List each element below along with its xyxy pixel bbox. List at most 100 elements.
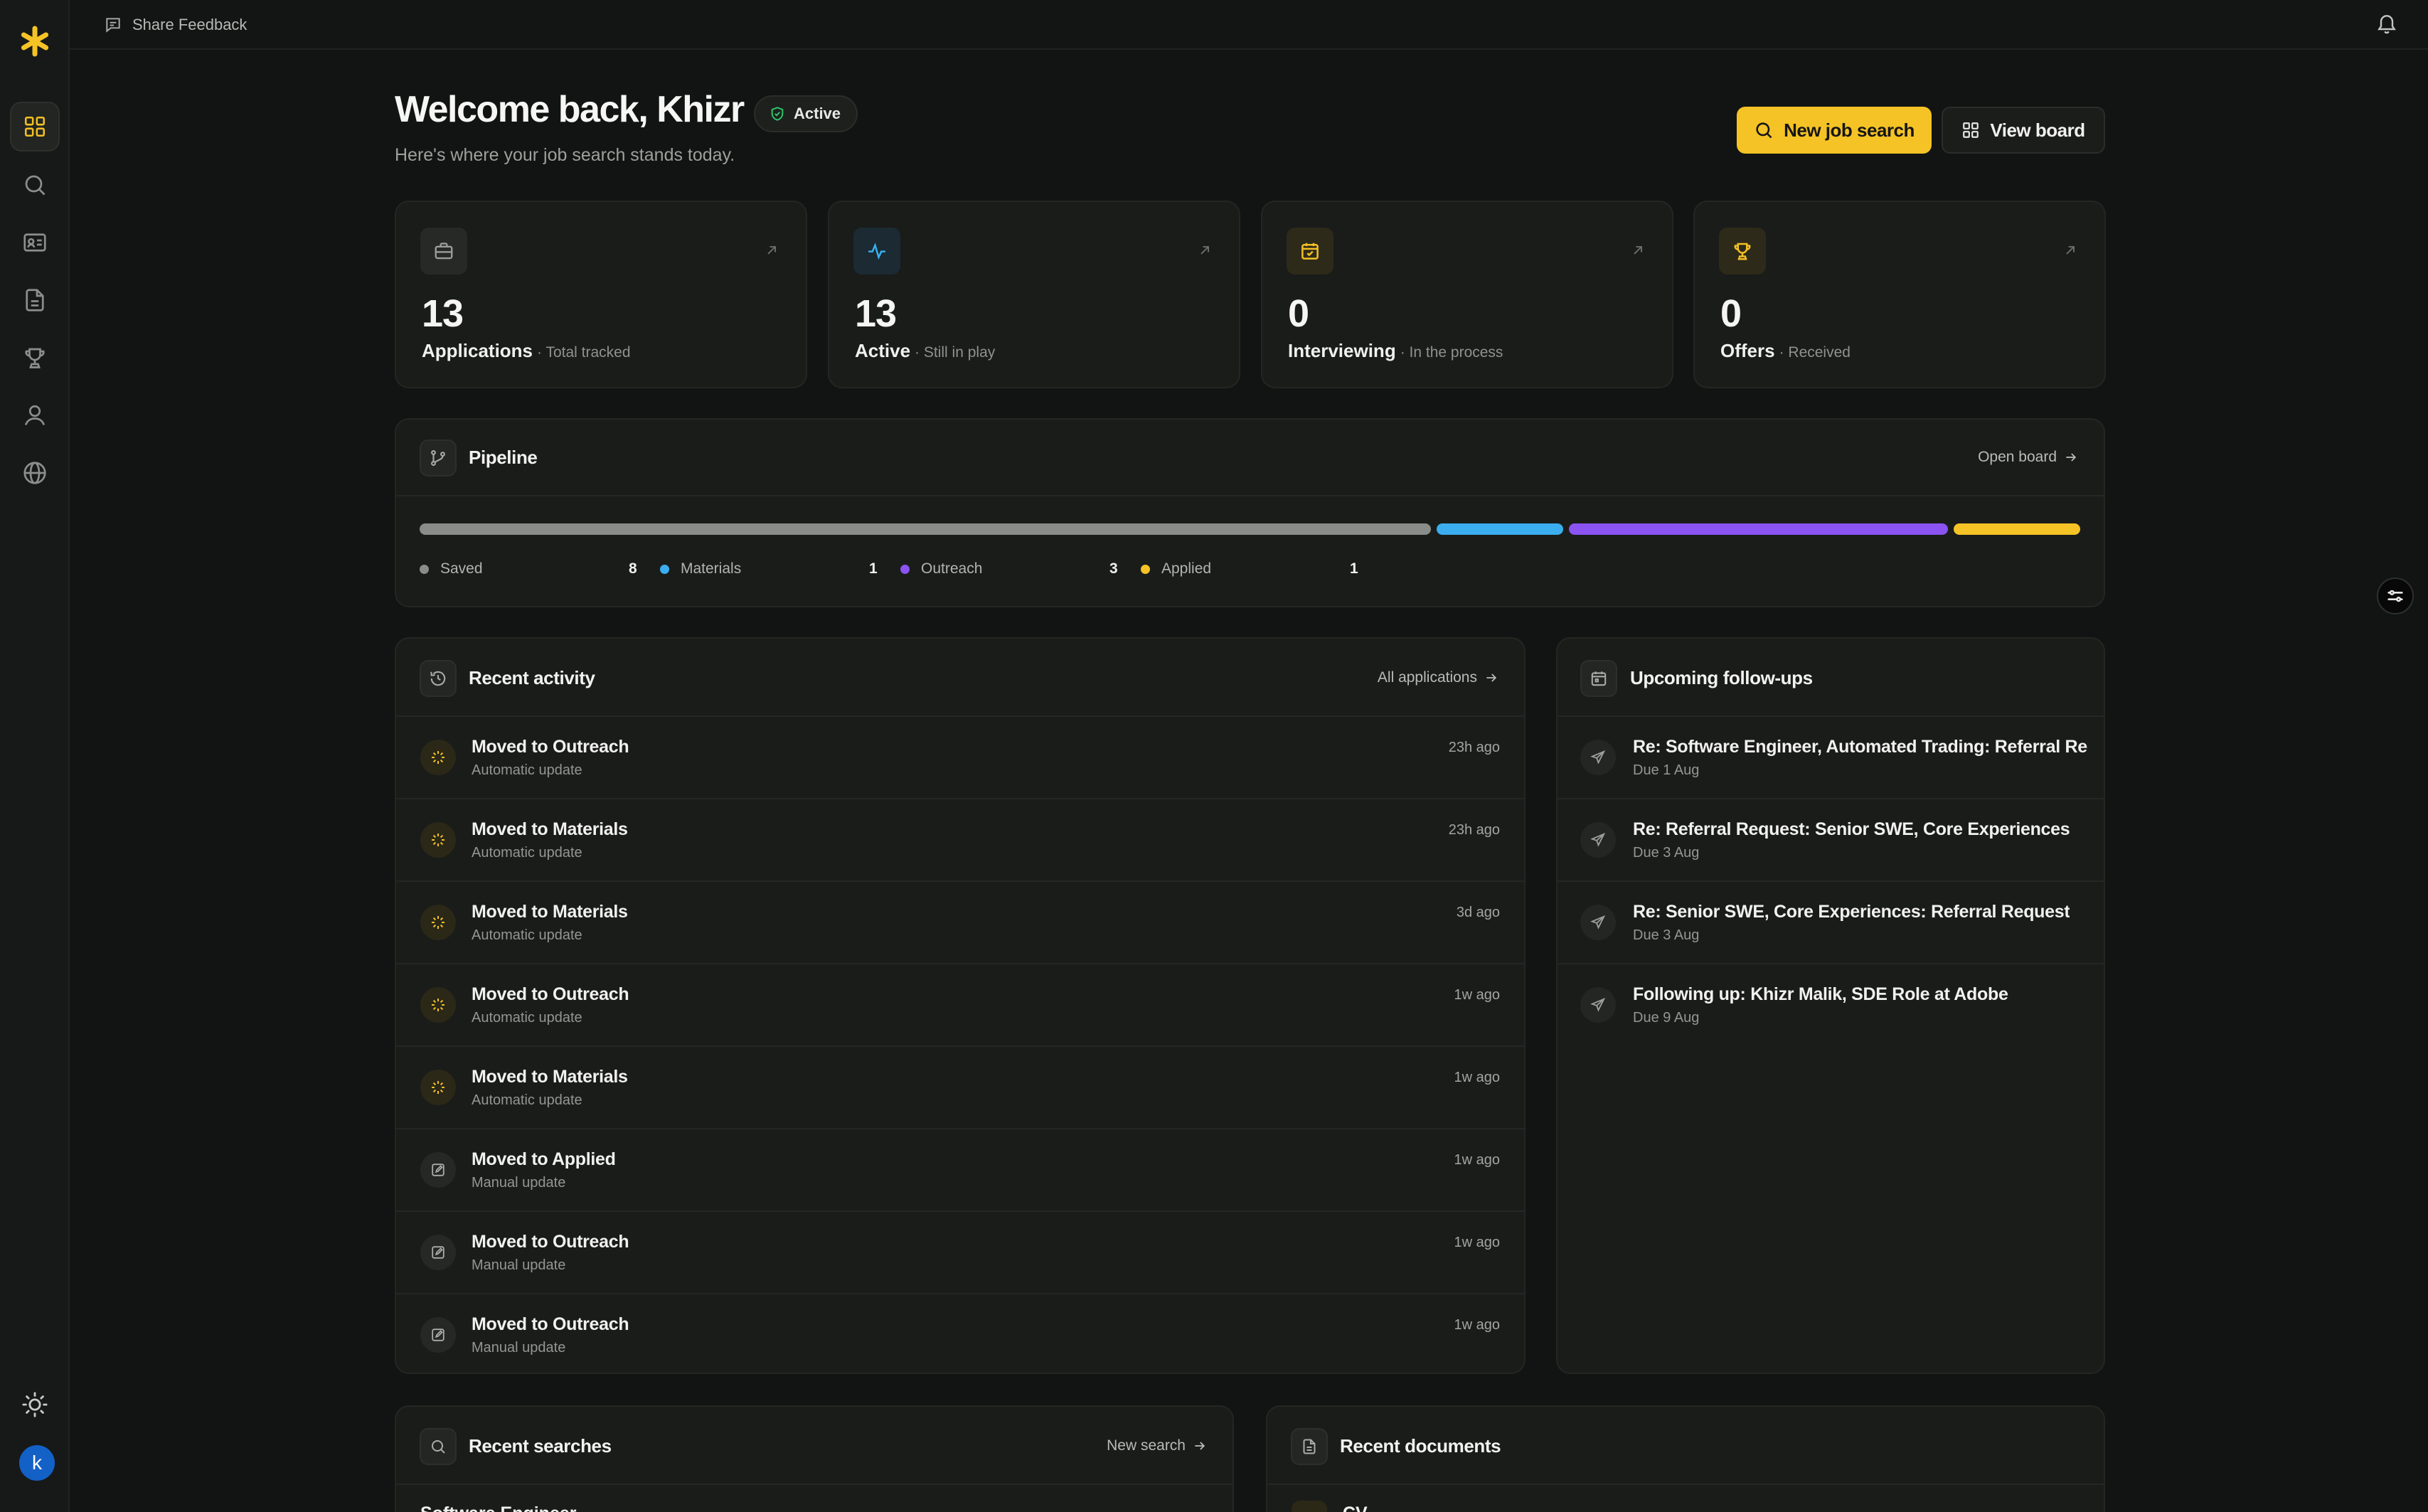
open-board-label: Open board: [1978, 449, 2057, 465]
followup-title: Re: Referral Request: Senior SWE, Core E…: [1633, 819, 2070, 839]
stat-label: Offers · Received: [1720, 340, 1851, 361]
legend-dot: [420, 564, 429, 574]
view-board-button[interactable]: View board: [1942, 107, 2105, 154]
activity-time: 1w ago: [1454, 987, 1501, 1003]
activity-subtitle: Automatic update: [472, 1010, 582, 1026]
activity-title: Moved to Outreach: [472, 984, 629, 1004]
sparkle-icon: [420, 1070, 456, 1105]
followup-row[interactable]: Re: Senior SWE, Core Experiences: Referr…: [1558, 882, 2104, 964]
activity-row[interactable]: Moved to Outreach Manual update 1w ago: [396, 1212, 1524, 1294]
pipeline-legend-item: Materials: [660, 560, 741, 577]
search-item-title[interactable]: Software Engineer: [420, 1503, 577, 1512]
notifications-button[interactable]: [2375, 12, 2398, 35]
activity-row[interactable]: Moved to Outreach Automatic update 23h ago: [396, 717, 1524, 799]
stat-card-applications[interactable]: 13 Applications · Total tracked: [395, 201, 807, 388]
followup-title: Following up: Khizr Malik, SDE Role at A…: [1633, 984, 2008, 1004]
nav-dashboard[interactable]: [10, 102, 60, 151]
send-icon: [1580, 905, 1616, 940]
status-badge: Active: [754, 95, 858, 132]
search-icon: [25, 175, 46, 196]
user-avatar[interactable]: k: [19, 1445, 55, 1481]
pipeline-segment-materials: [1437, 523, 1563, 535]
nav-contacts[interactable]: [10, 218, 60, 267]
activity-row[interactable]: Moved to Applied Manual update 1w ago: [396, 1129, 1524, 1212]
activity-title: Moved to Materials: [472, 902, 628, 922]
all-applications-label: All applications: [1377, 669, 1477, 686]
followup-row[interactable]: Following up: Khizr Malik, SDE Role at A…: [1558, 964, 2104, 1047]
share-feedback-button[interactable]: Share Feedback: [104, 13, 247, 37]
recent-searches-card: Recent searches New search Software Engi…: [395, 1405, 1234, 1512]
nav-documents[interactable]: [10, 275, 60, 325]
activity-title: Moved to Applied: [472, 1149, 616, 1169]
recent-documents-title: Recent documents: [1340, 1435, 1501, 1457]
filter-toggle-button[interactable]: [2377, 577, 2414, 614]
activity-subtitle: Manual update: [472, 1175, 566, 1191]
sparkle-icon: [420, 905, 456, 940]
followup-title: Re: Software Engineer, Automated Trading…: [1633, 737, 2088, 757]
new-job-search-button[interactable]: New job search: [1737, 107, 1932, 154]
pipeline-card: [395, 418, 2105, 607]
left-sidebar: k: [0, 0, 70, 1512]
activity-time: 1w ago: [1454, 1317, 1501, 1333]
activity-subtitle: Automatic update: [472, 845, 582, 861]
nav-profile[interactable]: [10, 390, 60, 440]
legend-dot: [1141, 564, 1150, 574]
followup-due: Due 9 Aug: [1633, 1010, 1700, 1026]
calendar-check-icon: [1287, 228, 1333, 275]
upcoming-followups-card: Upcoming follow-ups Re: Software Enginee…: [1556, 637, 2105, 1374]
arrow-right-icon: [2066, 453, 2077, 462]
user-icon: [24, 405, 46, 425]
sliders-icon: [2387, 590, 2403, 602]
top-bar: Share Feedback: [70, 0, 2428, 50]
legend-count: 1: [1350, 560, 1358, 577]
edit-icon: [420, 1235, 456, 1270]
send-icon: [1580, 740, 1616, 775]
activity-subtitle: Automatic update: [472, 762, 582, 778]
followup-row[interactable]: Re: Referral Request: Senior SWE, Core E…: [1558, 799, 2104, 882]
activity-subtitle: Manual update: [472, 1340, 566, 1356]
edit-icon: [420, 1317, 456, 1353]
activity-row[interactable]: Moved to Outreach Automatic update 1w ago: [396, 964, 1524, 1047]
pipeline-title: Pipeline: [469, 447, 538, 468]
page-title: Welcome back, Khizr: [395, 89, 745, 130]
nav-web[interactable]: [10, 448, 60, 498]
activity-icon: [853, 228, 900, 275]
activity-time: 23h ago: [1448, 822, 1500, 838]
legend-count: 3: [1109, 560, 1118, 577]
activity-subtitle: Automatic update: [472, 1092, 582, 1108]
git-branch-icon: [420, 440, 457, 477]
share-feedback-label: Share Feedback: [132, 16, 247, 33]
app-logo-icon[interactable]: [19, 26, 50, 57]
pipeline-segment-applied: [1954, 523, 2080, 535]
pipeline-legend-item: Applied: [1141, 560, 1211, 577]
theme-toggle-button[interactable]: [10, 1380, 60, 1430]
activity-row[interactable]: Moved to Materials Automatic update 23h ag…: [396, 799, 1524, 882]
open-board-link[interactable]: Open board: [1978, 449, 2078, 466]
followup-due: Due 3 Aug: [1633, 845, 1700, 861]
followup-row[interactable]: Re: Software Engineer, Automated Trading…: [1558, 717, 2104, 799]
all-applications-link[interactable]: All applications: [1378, 669, 1498, 686]
document-icon: [1291, 1428, 1328, 1465]
activity-row[interactable]: Moved to Materials Automatic update 1w ago: [396, 1047, 1524, 1129]
trophy-icon: [1719, 228, 1766, 275]
status-label: Active: [794, 105, 841, 122]
sparkle-icon: [420, 822, 456, 858]
pipeline-divider: [396, 495, 2104, 496]
stat-label: Applications · Total tracked: [422, 340, 631, 361]
new-search-link[interactable]: New search: [1107, 1437, 1207, 1454]
nav-offers[interactable]: [10, 333, 60, 383]
stat-card-interviewing[interactable]: 0 Interviewing · In the process: [1261, 201, 1673, 388]
stat-value: 13: [422, 292, 464, 335]
arrow-right-icon: [1486, 674, 1497, 682]
stat-card-offers[interactable]: 0 Offers · Received: [1693, 201, 2106, 388]
nav-search[interactable]: [10, 160, 60, 210]
activity-row[interactable]: Moved to Outreach Manual update 1w ago: [396, 1294, 1524, 1373]
activity-row[interactable]: Moved to Materials Automatic update 3d ago: [396, 882, 1524, 964]
document-item-title[interactable]: CV: [1343, 1503, 1368, 1512]
legend-count: 1: [869, 560, 878, 577]
activity-title: Moved to Materials: [472, 1067, 628, 1087]
stat-card-active[interactable]: 13 Active · Still in play: [828, 201, 1240, 388]
activity-time: 3d ago: [1456, 905, 1500, 920]
globe-icon: [23, 462, 46, 484]
activity-title: Moved to Outreach: [472, 1314, 629, 1334]
